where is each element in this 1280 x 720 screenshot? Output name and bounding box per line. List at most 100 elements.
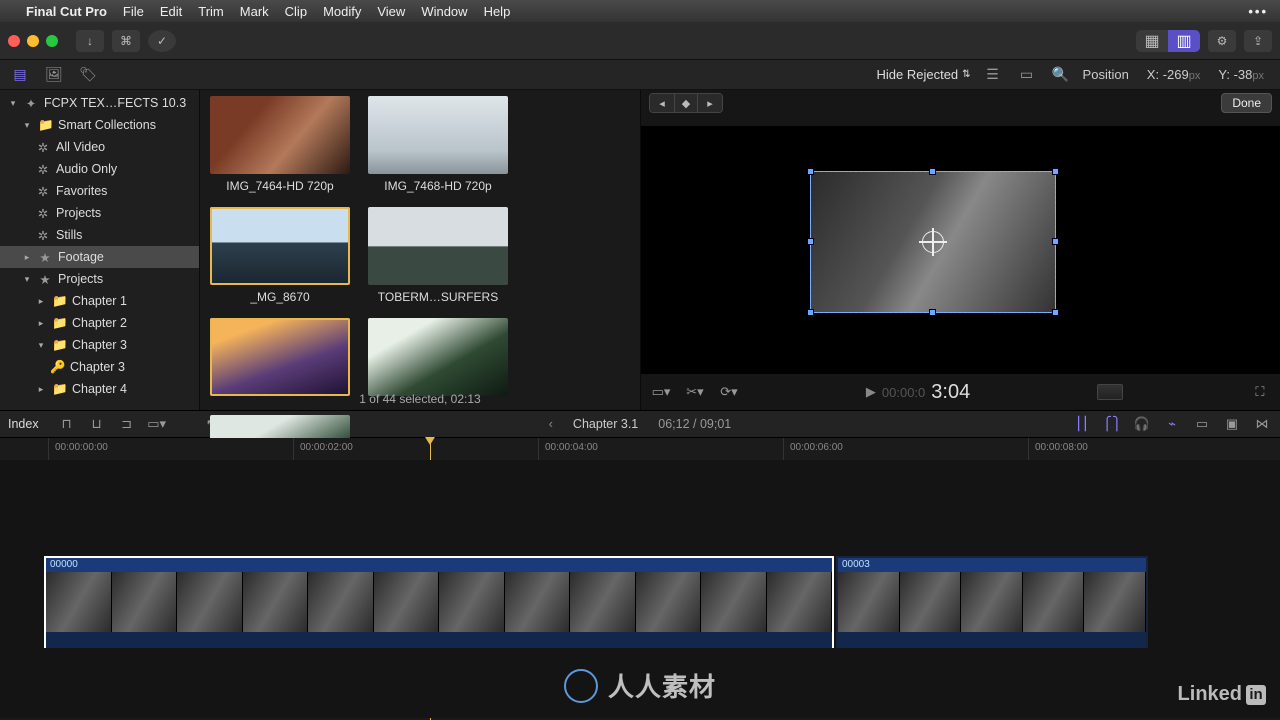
menu-modify[interactable]: Modify [323, 4, 361, 19]
import-button[interactable]: ↓ [76, 30, 104, 52]
transform-bounding-box[interactable] [811, 172, 1055, 312]
clip-appearance-icon[interactable]: ☰ [981, 65, 1005, 85]
chapter3-row[interactable]: ▾📁Chapter 3 [0, 334, 199, 356]
menu-file[interactable]: File [123, 4, 144, 19]
search-icon[interactable]: 🔍 [1049, 65, 1073, 85]
solo-icon[interactable]: 🎧 [1132, 415, 1152, 433]
index-button[interactable]: Index [8, 417, 39, 431]
workspace-toggle[interactable]: ▦ ▥ [1136, 30, 1200, 52]
menu-view[interactable]: View [377, 4, 405, 19]
resize-handle[interactable] [1052, 238, 1059, 245]
smart-stills[interactable]: ✲Stills [0, 224, 199, 246]
timeline-layout-icon[interactable]: ▥ [1168, 30, 1200, 52]
background-tasks-button[interactable]: ✓ [148, 30, 176, 52]
chapter3-keyword-row[interactable]: 🔑Chapter 3 [0, 356, 199, 378]
share-button[interactable]: ⇪ [1244, 30, 1272, 52]
timeline-clip[interactable]: 00003 [836, 556, 1148, 648]
transform-next-icon[interactable]: ▸ [698, 94, 722, 112]
fullscreen-icon[interactable]: ⛶ [1250, 383, 1270, 401]
library-row[interactable]: ▾✦FCPX TEX…FECTS 10.3 [0, 92, 199, 114]
menu-mark[interactable]: Mark [240, 4, 269, 19]
browser-clip[interactable]: TOBERM…SURFERS [368, 207, 508, 304]
insert-clip-icon[interactable]: ⊔ [87, 415, 107, 433]
resize-handle[interactable] [1052, 168, 1059, 175]
timeline-ruler[interactable]: 00:00:00:00 00:00:02:00 00:00:04:00 00:0… [0, 438, 1280, 460]
viewer-canvas[interactable] [641, 126, 1280, 374]
menu-help[interactable]: Help [484, 4, 511, 19]
resize-handle[interactable] [929, 168, 936, 175]
transitions-browser-icon[interactable]: ⋈ [1252, 415, 1272, 433]
timeline-clip[interactable]: 00000 [44, 556, 834, 648]
chapter1-row[interactable]: ▸📁Chapter 1 [0, 290, 199, 312]
done-button[interactable]: Done [1221, 93, 1272, 113]
play-icon[interactable]: ▶ [866, 384, 876, 400]
transform-center-icon[interactable]: ◆ [674, 94, 698, 112]
browser-clip[interactable] [210, 318, 350, 401]
ruler-tick: 00:00:00:00 [48, 438, 108, 460]
snapping-icon[interactable]: ⌁ [1162, 415, 1182, 433]
menu-edit[interactable]: Edit [160, 4, 182, 19]
clip-label: _MG_8670 [250, 290, 309, 304]
smart-collections-row[interactable]: ▾📁Smart Collections [0, 114, 199, 136]
timecode-display[interactable]: ▶ 00:00:03:04 [866, 381, 970, 404]
resize-handle[interactable] [807, 168, 814, 175]
timeline-appearance-icon[interactable]: ▭ [1192, 415, 1212, 433]
main-split: ▾✦FCPX TEX…FECTS 10.3 ▾📁Smart Collection… [0, 90, 1280, 410]
browser-clip[interactable]: _MG_8670 [210, 207, 350, 304]
overwrite-clip-icon[interactable]: ▭▾ [147, 415, 167, 433]
append-clip-icon[interactable]: ⊐ [117, 415, 137, 433]
smart-projects[interactable]: ✲Projects [0, 202, 199, 224]
skimming-icon[interactable]: ⎮⎮ [1072, 415, 1092, 433]
menu-window[interactable]: Window [421, 4, 467, 19]
retime-icon[interactable]: ⟳▾ [719, 383, 739, 401]
menu-extras-icon[interactable]: ••• [1248, 4, 1268, 19]
resize-handle[interactable] [1052, 309, 1059, 316]
transform-tool-icon[interactable]: ✂▾ [685, 383, 705, 401]
timeline-back-icon[interactable]: ‹ [549, 417, 553, 431]
keyword-button[interactable]: ⌘ [112, 30, 140, 52]
close-window-icon[interactable] [8, 35, 20, 47]
titles-icon[interactable]: 🏷 [76, 65, 100, 85]
x-value[interactable]: -269 [1163, 67, 1189, 82]
chapter2-row[interactable]: ▸📁Chapter 2 [0, 312, 199, 334]
inspector-toggle-button[interactable]: ⚙ [1208, 30, 1236, 52]
clip-audio[interactable] [46, 632, 832, 648]
list-view-icon[interactable]: ▭ [1015, 65, 1039, 85]
chapter4-row[interactable]: ▸📁Chapter 4 [0, 378, 199, 400]
browser-clip[interactable] [368, 318, 508, 401]
projects-event-row[interactable]: ▾★Projects [0, 268, 199, 290]
footage-event-row[interactable]: ▸★Footage [0, 246, 199, 268]
y-value[interactable]: -38 [1234, 67, 1253, 82]
browser-clip[interactable]: IMG_7464-HD 720p [210, 96, 350, 193]
anchor-crosshair-icon[interactable] [922, 231, 944, 253]
audio-meter-icon[interactable] [1097, 384, 1123, 400]
app-name[interactable]: Final Cut Pro [26, 4, 107, 19]
effects-browser-icon[interactable]: ▣ [1222, 415, 1242, 433]
smart-audioonly[interactable]: ✲Audio Only [0, 158, 199, 180]
transform-prev-icon[interactable]: ◂ [650, 94, 674, 112]
timeline[interactable]: 00000 00003 人人素材 Linkedin [0, 460, 1280, 718]
resize-handle[interactable] [807, 309, 814, 316]
minimize-window-icon[interactable] [27, 35, 39, 47]
menu-clip[interactable]: Clip [285, 4, 307, 19]
zoom-window-icon[interactable] [46, 35, 58, 47]
library-icon[interactable]: ▤ [8, 65, 32, 85]
view-options-icon[interactable]: ▭▾ [651, 383, 671, 401]
clip-filter-dropdown[interactable]: Hide Rejected ⇅ [877, 67, 971, 82]
clip-audio[interactable] [838, 632, 1146, 648]
photos-icon[interactable]: 🖼 [42, 65, 66, 85]
resize-handle[interactable] [929, 309, 936, 316]
smart-allvideo[interactable]: ✲All Video [0, 136, 199, 158]
smart-item-label: Projects [56, 206, 101, 220]
browser-clip[interactable]: IMG_7468-HD 720p [368, 96, 508, 193]
project-title[interactable]: Chapter 3.1 [573, 417, 638, 431]
browser-layout-icon[interactable]: ▦ [1136, 30, 1168, 52]
connect-clip-icon[interactable]: ⊓ [57, 415, 77, 433]
resize-handle[interactable] [807, 238, 814, 245]
smart-favorites[interactable]: ✲Favorites [0, 180, 199, 202]
position-label: Position [1083, 67, 1129, 82]
transform-mode-segment[interactable]: ◂ ◆ ▸ [649, 93, 723, 113]
ruler-label: 00:00:00:00 [55, 442, 108, 453]
menu-trim[interactable]: Trim [198, 4, 224, 19]
audio-skimming-icon[interactable]: ⎧⎫ [1102, 415, 1122, 433]
